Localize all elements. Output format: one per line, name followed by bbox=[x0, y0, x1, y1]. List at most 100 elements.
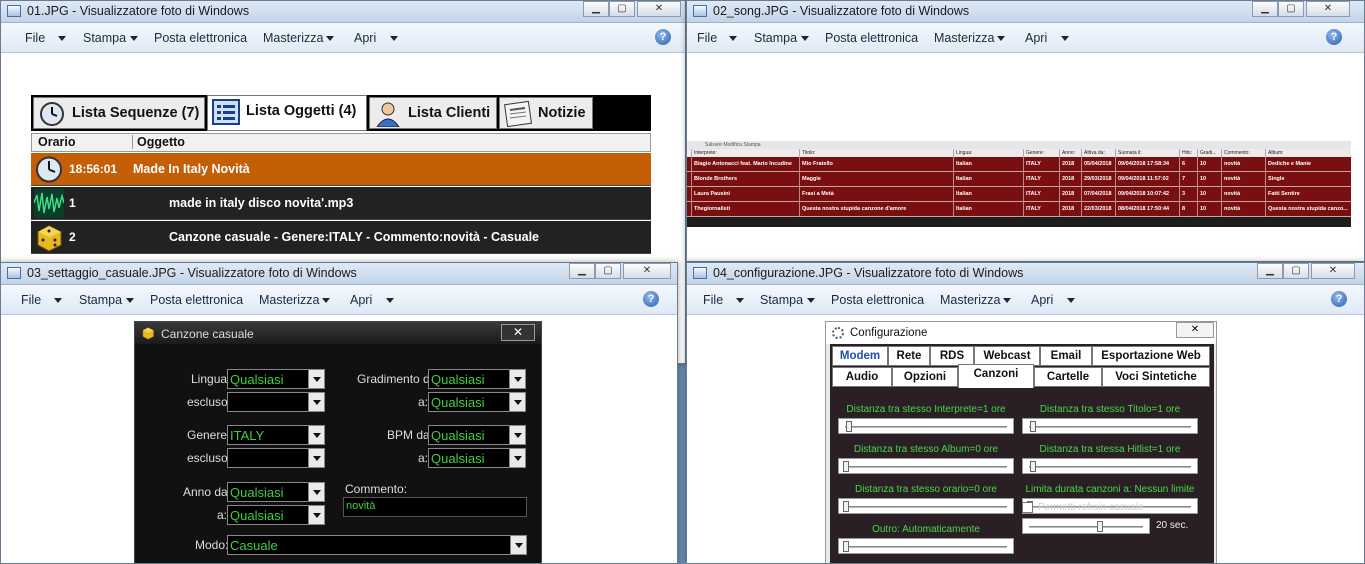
chevron-down-icon[interactable] bbox=[509, 449, 525, 467]
gradimento-select[interactable]: Qualsiasi bbox=[428, 369, 526, 389]
dialog-close-button[interactable]: ✕ bbox=[1176, 322, 1214, 338]
close-button[interactable]: ✕ bbox=[1306, 1, 1350, 17]
tab-audio[interactable]: Audio bbox=[832, 367, 892, 387]
maximize-button[interactable]: ▢ bbox=[595, 263, 621, 279]
minimize-button[interactable]: ▁ bbox=[569, 263, 595, 279]
chevron-down-icon[interactable] bbox=[1067, 298, 1075, 303]
setting-slider[interactable] bbox=[1022, 418, 1198, 434]
table-row[interactable]: Thegiornalisti Questa nostra stupida canz… bbox=[687, 202, 1351, 217]
help-icon[interactable]: ? bbox=[1331, 291, 1347, 307]
minimize-button[interactable]: ▁ bbox=[1257, 263, 1283, 279]
menu-apri[interactable]: Apri bbox=[354, 31, 376, 45]
chevron-down-icon[interactable] bbox=[58, 36, 66, 41]
close-button[interactable]: ✕ bbox=[637, 1, 681, 17]
tab-lista-clienti[interactable]: Lista Clienti bbox=[369, 97, 497, 129]
tab-opzioni[interactable]: Opzioni bbox=[892, 367, 958, 387]
genere-select[interactable]: ITALY bbox=[227, 425, 325, 445]
help-icon[interactable]: ? bbox=[1326, 29, 1342, 45]
menu-stampa[interactable]: Stampa bbox=[760, 293, 803, 307]
setting-slider[interactable] bbox=[838, 458, 1014, 474]
table-row[interactable]: 1 made in italy disco novita'.mp3 bbox=[31, 187, 651, 220]
table-row[interactable]: Biagio Antonacci feat. Mario Incudine Mio… bbox=[687, 157, 1351, 172]
menu-posta[interactable]: Posta elettronica bbox=[154, 31, 247, 45]
chevron-down-icon[interactable] bbox=[736, 298, 744, 303]
commento-input[interactable]: novità bbox=[343, 497, 527, 517]
chevron-down-icon[interactable] bbox=[390, 36, 398, 41]
chevron-down-icon[interactable] bbox=[308, 370, 324, 388]
column-header-orario[interactable]: Orario bbox=[38, 135, 76, 149]
chevron-down-icon[interactable] bbox=[509, 426, 525, 444]
setting-slider[interactable] bbox=[838, 418, 1014, 434]
modo-select[interactable]: Casuale bbox=[227, 535, 527, 555]
anno-a-select[interactable]: Qualsiasi bbox=[227, 505, 325, 525]
bpm-a-select[interactable]: Qualsiasi bbox=[428, 448, 526, 468]
chevron-down-icon[interactable] bbox=[308, 483, 324, 501]
chevron-down-icon[interactable] bbox=[801, 36, 809, 41]
slider-thumb[interactable] bbox=[843, 541, 849, 552]
setting-slider[interactable] bbox=[838, 498, 1014, 514]
table-row[interactable]: 18:56:01 Made In Italy Novità bbox=[31, 153, 651, 186]
menu-stampa[interactable]: Stampa bbox=[754, 31, 797, 45]
tab-canzoni[interactable]: Canzoni bbox=[958, 364, 1034, 388]
chevron-down-icon[interactable] bbox=[54, 298, 62, 303]
gradimento-a-select[interactable]: Qualsiasi bbox=[428, 392, 526, 412]
setting-slider[interactable] bbox=[838, 538, 1014, 554]
chevron-down-icon[interactable] bbox=[1003, 298, 1011, 303]
chevron-down-icon[interactable] bbox=[509, 393, 525, 411]
table-row[interactable]: Laura Pausini Frasi a Metà Italian ITALY 201… bbox=[687, 187, 1351, 202]
menu-posta[interactable]: Posta elettronica bbox=[150, 293, 243, 307]
chevron-down-icon[interactable] bbox=[1061, 36, 1069, 41]
menu-posta[interactable]: Posta elettronica bbox=[831, 293, 924, 307]
chevron-down-icon[interactable] bbox=[386, 298, 394, 303]
menu-apri[interactable]: Apri bbox=[1031, 293, 1053, 307]
table-row[interactable]: Blonde Brothers Maggie Italian ITALY 2018 29/… bbox=[687, 172, 1351, 187]
menu-masterizza[interactable]: Masterizza bbox=[259, 293, 319, 307]
menu-posta[interactable]: Posta elettronica bbox=[825, 31, 918, 45]
column-header-oggetto[interactable]: Oggetto bbox=[132, 135, 185, 149]
minimize-button[interactable]: ▁ bbox=[1252, 1, 1278, 17]
lingua-select[interactable]: Qualsiasi bbox=[227, 369, 325, 389]
chevron-down-icon[interactable] bbox=[308, 506, 324, 524]
anno-select[interactable]: Qualsiasi bbox=[227, 482, 325, 502]
tab-lista-oggetti[interactable]: Lista Oggetti (4) bbox=[207, 95, 367, 131]
genere-escluso-select[interactable] bbox=[227, 448, 325, 468]
bpm-select[interactable]: Qualsiasi bbox=[428, 425, 526, 445]
maximize-button[interactable]: ▢ bbox=[609, 1, 635, 17]
maximize-button[interactable]: ▢ bbox=[1283, 263, 1309, 279]
menu-file[interactable]: File bbox=[703, 293, 723, 307]
menu-masterizza[interactable]: Masterizza bbox=[940, 293, 1000, 307]
lingua-escluso-select[interactable] bbox=[227, 392, 325, 412]
tab-cartelle[interactable]: Cartelle bbox=[1034, 367, 1102, 387]
title-bar[interactable]: 01.JPG - Visualizzatore foto di Windows … bbox=[1, 1, 685, 23]
menu-file[interactable]: File bbox=[25, 31, 45, 45]
tab-rete[interactable]: Rete bbox=[888, 346, 930, 366]
menu-apri[interactable]: Apri bbox=[1025, 31, 1047, 45]
close-button[interactable]: ✕ bbox=[623, 263, 671, 279]
refrain-slider[interactable] bbox=[1022, 518, 1150, 534]
slider-thumb[interactable] bbox=[843, 461, 849, 472]
chevron-down-icon[interactable] bbox=[997, 36, 1005, 41]
minimize-button[interactable]: ▁ bbox=[583, 1, 609, 17]
menu-file[interactable]: File bbox=[21, 293, 41, 307]
dialog-close-button[interactable]: ✕ bbox=[501, 324, 535, 341]
help-icon[interactable]: ? bbox=[655, 29, 671, 45]
help-icon[interactable]: ? bbox=[643, 291, 659, 307]
menu-masterizza[interactable]: Masterizza bbox=[263, 31, 323, 45]
chevron-down-icon[interactable] bbox=[308, 393, 324, 411]
tab-email[interactable]: Email bbox=[1040, 346, 1092, 366]
tab-rds[interactable]: RDS bbox=[930, 346, 974, 366]
slider-thumb[interactable] bbox=[1030, 421, 1037, 432]
tab-modem[interactable]: Modem bbox=[832, 346, 888, 366]
close-button[interactable]: ✕ bbox=[1311, 263, 1355, 279]
chevron-down-icon[interactable] bbox=[308, 426, 324, 444]
tab-notizie[interactable]: Notizie bbox=[499, 97, 593, 129]
chevron-down-icon[interactable] bbox=[807, 298, 815, 303]
tab-voci-sintetiche[interactable]: Voci Sintetiche bbox=[1102, 367, 1210, 387]
slider-thumb[interactable] bbox=[1030, 461, 1037, 472]
slider-thumb[interactable] bbox=[846, 421, 853, 432]
menu-stampa[interactable]: Stampa bbox=[79, 293, 122, 307]
chevron-down-icon[interactable] bbox=[126, 298, 134, 303]
setting-slider[interactable] bbox=[1022, 458, 1198, 474]
chevron-down-icon[interactable] bbox=[509, 370, 525, 388]
title-bar[interactable]: 02_song.JPG - Visualizzatore foto di Win… bbox=[687, 1, 1364, 23]
